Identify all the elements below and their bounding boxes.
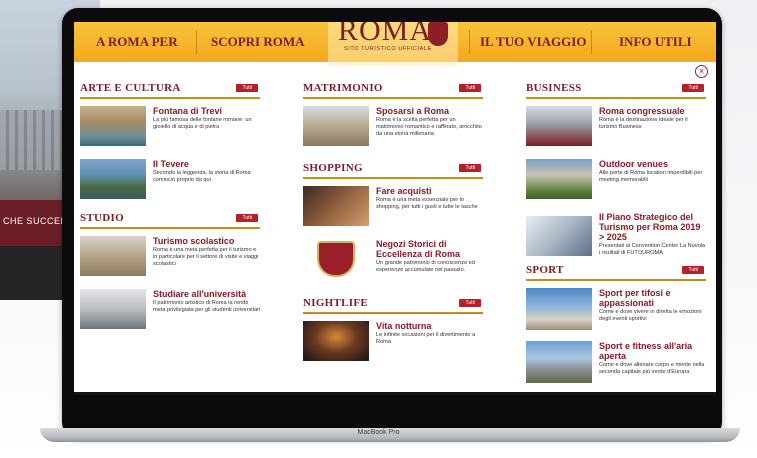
list-item[interactable]: Sport per tifosi e appassionati Come e d…	[526, 288, 706, 334]
section-title: MATRIMONIO	[303, 82, 383, 94]
list-item[interactable]: Studiare all'università Il patrimonio ar…	[80, 289, 260, 335]
item-title: Turismo scolastico	[153, 236, 235, 246]
item-description: Alle porte di Roma location imperdibili …	[599, 170, 703, 183]
seal-icon	[317, 241, 355, 277]
item-description: Il patrimonio artistico di Roma la rende…	[153, 300, 261, 313]
thumbnail-sport-e-fitness	[526, 341, 592, 383]
section-header: SHOPPING Tutti	[303, 162, 483, 179]
tutti-button[interactable]: Tutti	[682, 266, 704, 274]
list-item[interactable]: Fontana di Trevi La più famosa delle fon…	[80, 106, 260, 152]
nav-separator	[196, 30, 197, 54]
item-description: Secondo la leggenda, la storia di Roma c…	[153, 170, 251, 183]
item-title: Roma congressuale	[599, 106, 685, 116]
laptop-brand: MacBook Pro	[357, 429, 400, 436]
item-description: Presentati al Convention Center La Nuvol…	[599, 243, 706, 256]
item-description: Un grande patrimonio di conoscenze ed es…	[376, 260, 475, 273]
section-header: ARTE E CULTURA Tutti	[80, 82, 260, 99]
item-description: Come e dove vivere in diretta le emozion…	[599, 309, 702, 322]
section-title: ARTE E CULTURA	[80, 82, 181, 94]
item-description: Come e dove allenare corpo e mente nella…	[599, 362, 705, 375]
tutti-button[interactable]: Tutti	[682, 84, 704, 92]
item-description: Roma è la destinazione ideale per il tur…	[599, 117, 688, 130]
tutti-button[interactable]: Tutti	[459, 84, 481, 92]
tutti-button[interactable]: Tutti	[459, 164, 481, 172]
item-title: Sposarsi a Roma	[376, 106, 450, 116]
thumbnail-piano-strategico	[526, 216, 592, 256]
list-item[interactable]: Il Piano Strategico del Turismo per Roma…	[526, 212, 706, 268]
item-description: Le infinite occasioni per il divertiment…	[376, 332, 476, 345]
nav-a-roma-per[interactable]: A ROMA PER	[96, 34, 178, 50]
list-item[interactable]: Sposarsi a Roma Roma è la scelta perfett…	[303, 106, 483, 152]
section-title: NIGHTLIFE	[303, 297, 369, 309]
nav-separator	[469, 30, 470, 54]
roma-logo[interactable]: ROMA SITO TURISTICO UFFICIALE	[328, 22, 458, 66]
section-title: STUDIO	[80, 212, 124, 224]
thumbnail-turismo-scolastico	[80, 236, 146, 276]
shield-icon	[428, 22, 448, 46]
section-business: BUSINESS Tutti Roma congressuale Roma è …	[526, 82, 706, 268]
item-title: Il Piano Strategico del Turismo per Roma…	[599, 212, 701, 242]
thumbnail-fare-acquisti	[303, 186, 369, 226]
nav-scopri-roma[interactable]: SCOPRI ROMA	[211, 34, 305, 50]
section-title: BUSINESS	[526, 82, 582, 94]
item-title: Fare acquisti	[376, 186, 432, 196]
item-title: Sport per tifosi e appassionati	[599, 288, 671, 308]
list-item[interactable]: Outdoor venues Alle porte di Roma locati…	[526, 159, 706, 205]
item-title: Studiare all'università	[153, 289, 247, 299]
thumbnail-roma-congressuale	[526, 106, 592, 146]
logo-subtitle: SITO TURISTICO UFFICIALE	[344, 46, 432, 52]
section-studio: STUDIO Tutti Turismo scolastico Roma è u…	[80, 212, 260, 335]
item-description: Roma è una meta perfetta per il turismo …	[153, 247, 259, 267]
item-description: Roma è la scelta perfetta per un matrimo…	[376, 117, 482, 137]
section-arte-e-cultura: ARTE E CULTURA Tutti Fontana di Trevi La…	[80, 82, 260, 205]
item-title: Fontana di Trevi	[153, 106, 223, 116]
section-header: MATRIMONIO Tutti	[303, 82, 483, 99]
item-title: Vita notturna	[376, 321, 432, 331]
section-shopping: SHOPPING Tutti Fare acquisti Roma è una …	[303, 162, 483, 287]
thumbnail-fontana-di-trevi	[80, 106, 146, 146]
tutti-button[interactable]: Tutti	[236, 214, 258, 222]
thumbnail-outdoor-venues	[526, 159, 592, 199]
list-item[interactable]: Il Tevere Secondo la leggenda, la storia…	[80, 159, 260, 205]
section-title: SPORT	[526, 264, 564, 276]
laptop-screen: A ROMA PER SCOPRI ROMA ROMA SITO TURISTI…	[74, 22, 716, 395]
list-item[interactable]: Vita notturna Le infinite occasioni per …	[303, 321, 483, 367]
section-header: BUSINESS Tutti	[526, 82, 706, 99]
section-sport: SPORT Tutti Sport per tifosi e appassion…	[526, 264, 706, 391]
section-matrimonio: MATRIMONIO Tutti Sposarsi a Roma Roma è …	[303, 82, 483, 152]
item-title: Sport e fitness all'aria aperta	[599, 341, 693, 361]
list-item[interactable]: Fare acquisti Roma è una meta essenziale…	[303, 186, 483, 232]
thumbnail-studiare-all-universita	[80, 289, 146, 329]
laptop-bezel-bottom	[74, 395, 716, 425]
section-title: SHOPPING	[303, 162, 363, 174]
item-description: La più famosa delle fontane romane: un g…	[153, 117, 252, 130]
logo-wordmark: ROMA	[338, 22, 433, 47]
thumbnail-vita-notturna	[303, 321, 369, 361]
section-header: SPORT Tutti	[526, 264, 706, 281]
tutti-button[interactable]: Tutti	[459, 299, 481, 307]
thumbnail-il-tevere	[80, 159, 146, 199]
thumbnail-sposarsi-a-roma	[303, 106, 369, 146]
list-item[interactable]: Sport e fitness all'aria aperta Come e d…	[526, 341, 706, 391]
section-nightlife: NIGHTLIFE Tutti Vita notturna Le infinit…	[303, 297, 483, 367]
list-item[interactable]: Negozi Storici di Eccellenza di Roma Un …	[303, 239, 483, 287]
nav-il-tuo-viaggio[interactable]: IL TUO VIAGGIO	[480, 34, 586, 50]
thumbnail-sport-per-tifosi	[526, 288, 592, 330]
thumbnail-negozi-storici	[303, 239, 369, 279]
item-title: Il Tevere	[153, 159, 189, 169]
list-item[interactable]: Roma congressuale Roma è la destinazione…	[526, 106, 706, 152]
main-nav: A ROMA PER SCOPRI ROMA ROMA SITO TURISTI…	[74, 22, 716, 66]
tutti-button[interactable]: Tutti	[236, 84, 258, 92]
close-icon[interactable]: ×	[695, 65, 708, 78]
list-item[interactable]: Turismo scolastico Roma è una meta perfe…	[80, 236, 260, 282]
screen-bottom-bar	[74, 392, 716, 395]
item-title: Outdoor venues	[599, 159, 669, 169]
section-header: NIGHTLIFE Tutti	[303, 297, 483, 314]
item-description: Roma è una meta essenziale per lo shoppi…	[376, 197, 478, 210]
section-header: STUDIO Tutti	[80, 212, 260, 229]
nav-separator	[591, 30, 592, 54]
item-title: Negozi Storici di Eccellenza di Roma	[376, 239, 461, 259]
nav-info-utili[interactable]: INFO UTILI	[619, 34, 692, 50]
